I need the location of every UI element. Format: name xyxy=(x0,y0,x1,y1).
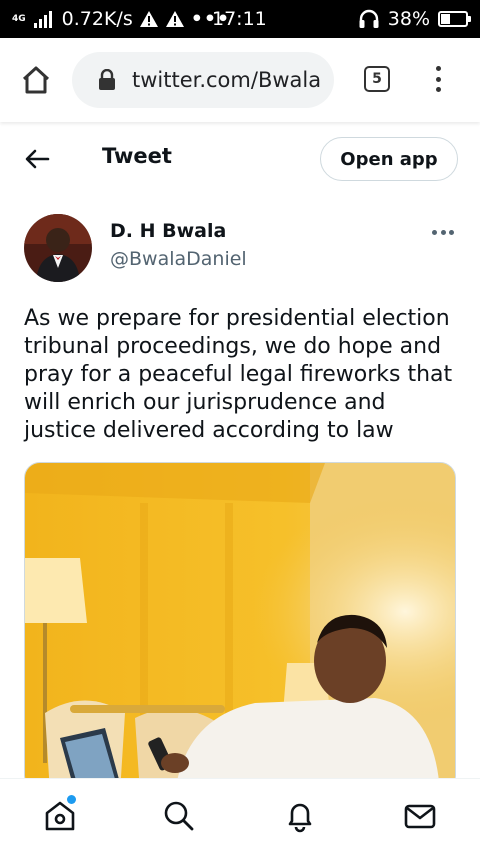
browser-toolbar: twitter.com/Bwala 5 xyxy=(0,38,480,122)
open-app-button[interactable]: Open app xyxy=(320,137,458,181)
warning-icon xyxy=(139,11,158,27)
url-bar[interactable]: twitter.com/Bwala xyxy=(72,52,334,108)
battery-percent: 38% xyxy=(387,8,430,30)
author-name[interactable]: D. H Bwala xyxy=(110,220,226,242)
avatar-image xyxy=(24,214,92,282)
bottom-navigation xyxy=(0,778,480,854)
url-text[interactable]: twitter.com/Bwala xyxy=(132,68,321,92)
status-bar: 4G 0.72K/s ••• 17:11 38% xyxy=(0,0,480,38)
notification-dot xyxy=(67,795,76,804)
headphones-icon xyxy=(359,9,379,28)
network-type-icon: 4G xyxy=(12,13,26,24)
home-button-icon[interactable] xyxy=(20,64,52,96)
network-speed: 0.72K/s xyxy=(61,8,133,30)
tweet-text: As we prepare for presidential election … xyxy=(24,306,453,443)
page-title: Tweet xyxy=(102,144,172,168)
tweet-photo[interactable] xyxy=(24,462,456,792)
lock-icon xyxy=(99,69,115,90)
home-icon[interactable] xyxy=(43,799,77,833)
tab-switcher-button[interactable]: 5 xyxy=(364,66,390,92)
status-right: 38% xyxy=(358,0,471,38)
author-handle[interactable]: @BwalaDaniel xyxy=(110,248,247,270)
browser-menu-icon[interactable] xyxy=(428,64,448,94)
notifications-icon[interactable] xyxy=(283,799,317,833)
messages-icon[interactable] xyxy=(403,799,437,833)
avatar[interactable] xyxy=(24,214,92,282)
more-options-icon[interactable] xyxy=(432,228,454,236)
status-left: 4G 0.72K/s ••• xyxy=(12,0,230,38)
clock: 17:11 xyxy=(212,8,267,30)
photo-image xyxy=(25,463,455,791)
back-arrow-icon[interactable] xyxy=(24,146,50,172)
warning-icon xyxy=(165,11,184,27)
tweet-header: Tweet Open app xyxy=(0,128,480,190)
search-icon[interactable] xyxy=(162,799,196,833)
signal-icon xyxy=(33,10,52,28)
battery-icon xyxy=(438,11,471,27)
